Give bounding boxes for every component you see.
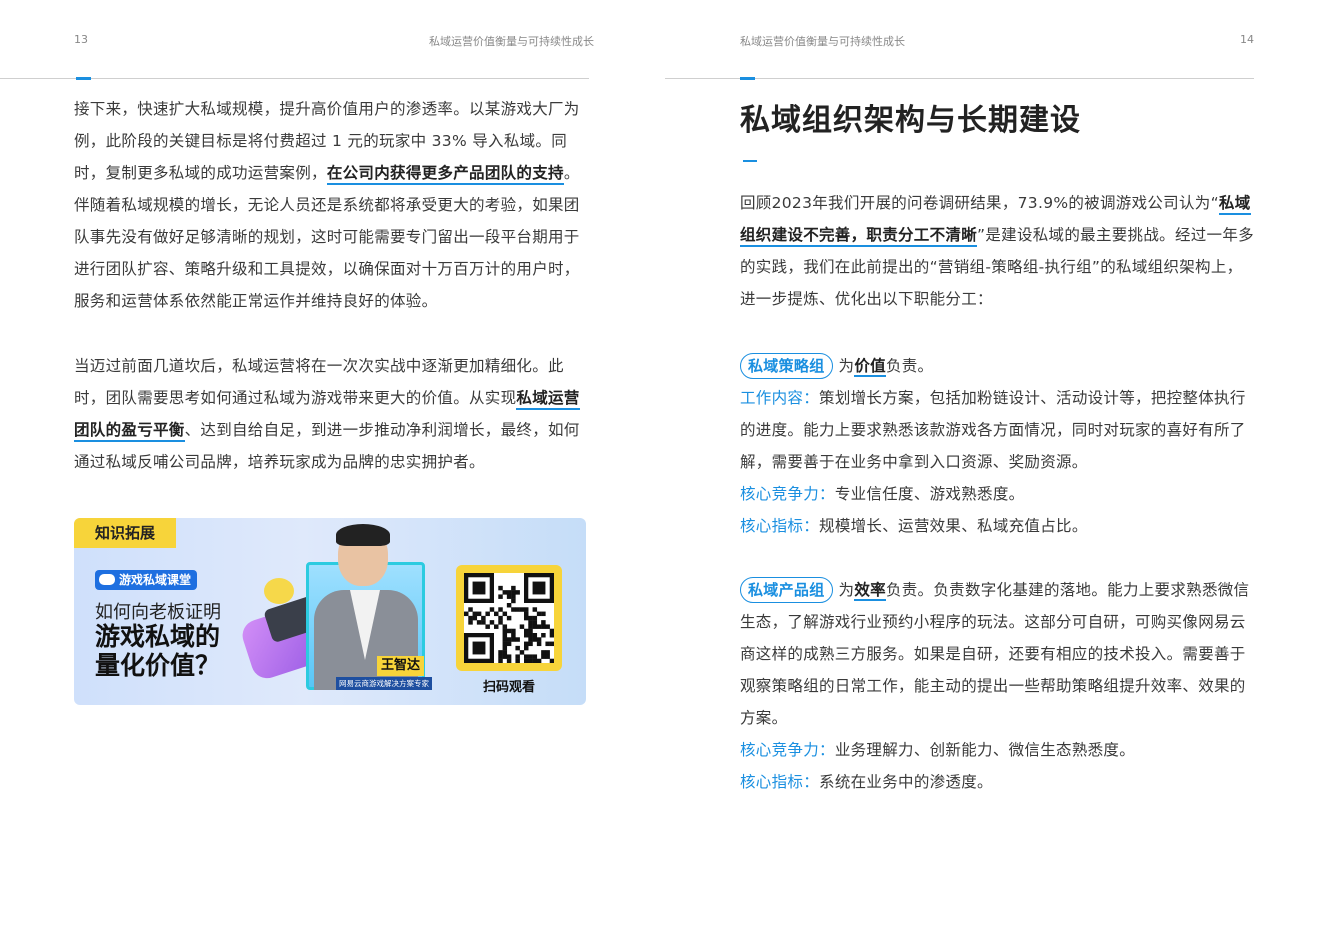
page-number-right: 14: [1240, 33, 1254, 46]
qr-label: 扫码观看: [482, 680, 535, 695]
left-paragraph-2: 当迈过前面几道坎后，私域运营将在一次次实战中逐渐更加精细化。此时，团队需要思考如…: [74, 350, 590, 478]
strategy-comp-label: 核心竞争力：: [740, 485, 835, 503]
banner-subtitle: 如何向老板证明: [95, 602, 221, 623]
banner-headline-line1: 游戏私域的: [95, 622, 221, 651]
page-number-left: 13: [74, 33, 88, 46]
intro-paragraph: 回顾2023年我们开展的问卷调研结果，73.9%的被调游戏公司认为“私域组织建设…: [740, 187, 1256, 315]
left-p2-run-0: 当迈过前面几道坎后，私域运营将在一次次实战中逐渐更加精细化。此时，团队需要思考如…: [74, 357, 564, 407]
strategy-lead-pre: 为: [838, 357, 855, 375]
qr-code[interactable]: [464, 573, 555, 664]
title-accent: [743, 160, 757, 162]
speaker-name: 王智达: [377, 656, 425, 676]
product-comp-text: 业务理解力、创新能力、微信生态熟悉度。: [834, 741, 1136, 759]
product-comp: 核心竞争力：业务理解力、创新能力、微信生态熟悉度。: [740, 734, 1258, 766]
qr-code-frame[interactable]: [456, 565, 562, 671]
course-tag: 游戏私域课堂: [95, 570, 198, 590]
left-paragraph-1: 接下来，快速扩大私域规模，提升高价值用户的渗透率。以某游戏大厂为例，此阶段的关键…: [74, 93, 590, 317]
strategy-lead-bold: 价值: [854, 357, 886, 377]
strategy-kpi-text: 规模增长、运营效果、私域充值占比。: [819, 517, 1088, 535]
section-title: 私域组织架构与长期建设: [740, 103, 1081, 138]
banner-headline: 游戏私域的 量化价值？: [95, 622, 220, 680]
strategy-lead-post: 负责。: [885, 357, 934, 375]
left-p1-run-2: 。伴随着私域规模的增长，无论人员还是系统都将承受更大的考验，如果团队事先没有做好…: [74, 164, 580, 310]
strategy-lead: 私域策略组 为价值负责。: [740, 350, 1256, 382]
knowledge-banner[interactable]: 知识拓展 游戏私域课堂 如何向老板证明 游戏私域的 量化价值？ 王智达 网易云商…: [74, 518, 586, 705]
strategy-work: 工作内容：策划增长方案，包括加粉链设计、活动设计等，把控整体执行的进度。能力上要…: [740, 382, 1256, 478]
product-block: 私域产品组 为效率负责。负责数字化基建的落地。能力上要求熟悉微信生态，了解游戏行业…: [740, 574, 1258, 798]
speaker-hair: [336, 524, 390, 546]
product-lead-bold: 效率: [854, 581, 886, 601]
strategy-block: 私域策略组 为价值负责。 工作内容：策划增长方案，包括加粉链设计、活动设计等，把控…: [740, 350, 1256, 542]
strategy-work-label: 工作内容：: [740, 389, 820, 407]
header-accent-right: [740, 77, 755, 80]
strategy-kpi-label: 核心指标：: [740, 517, 820, 535]
product-pill: 私域产品组: [740, 577, 833, 603]
knowledge-tag: 知识拓展: [74, 518, 176, 548]
strategy-comp-text: 专业信任度、游戏熟悉度。: [834, 485, 1025, 503]
strategy-pill: 私域策略组: [740, 353, 833, 379]
qr-code-icon: [464, 573, 555, 664]
product-lead-pre: 为: [838, 581, 855, 599]
left-p1-run-1: 在公司内获得更多产品团队的支持: [326, 164, 564, 185]
product-kpi-label: 核心指标：: [740, 773, 820, 791]
running-header-right: 私域运营价值衡量与可持续性成长: [740, 35, 905, 48]
product-kpi: 核心指标：系统在业务中的渗透度。: [740, 766, 1258, 798]
intro-run-0: 回顾2023年我们开展的问卷调研结果，73.9%的被调游戏公司认为“: [740, 194, 1219, 212]
running-header-left: 私域运营价值衡量与可持续性成长: [429, 35, 594, 48]
product-lead: 私域产品组 为效率负责。负责数字化基建的落地。能力上要求熟悉微信生态，了解游戏行业…: [740, 574, 1258, 734]
banner-headline-line2: 量化价值？: [95, 651, 221, 680]
speaker-title: 网易云商游戏解决方案专家: [336, 677, 432, 690]
strategy-kpi: 核心指标：规模增长、运营效果、私域充值占比。: [740, 510, 1256, 542]
strategy-comp: 核心竞争力：专业信任度、游戏熟悉度。: [740, 478, 1256, 510]
product-comp-label: 核心竞争力：: [740, 741, 835, 759]
pikachu-illustration: [264, 578, 294, 604]
product-kpi-text: 系统在业务中的渗透度。: [819, 773, 993, 791]
course-label: 游戏私域课堂: [119, 573, 192, 587]
gamepad-icon: [99, 574, 115, 585]
header-accent-left: [76, 77, 91, 80]
